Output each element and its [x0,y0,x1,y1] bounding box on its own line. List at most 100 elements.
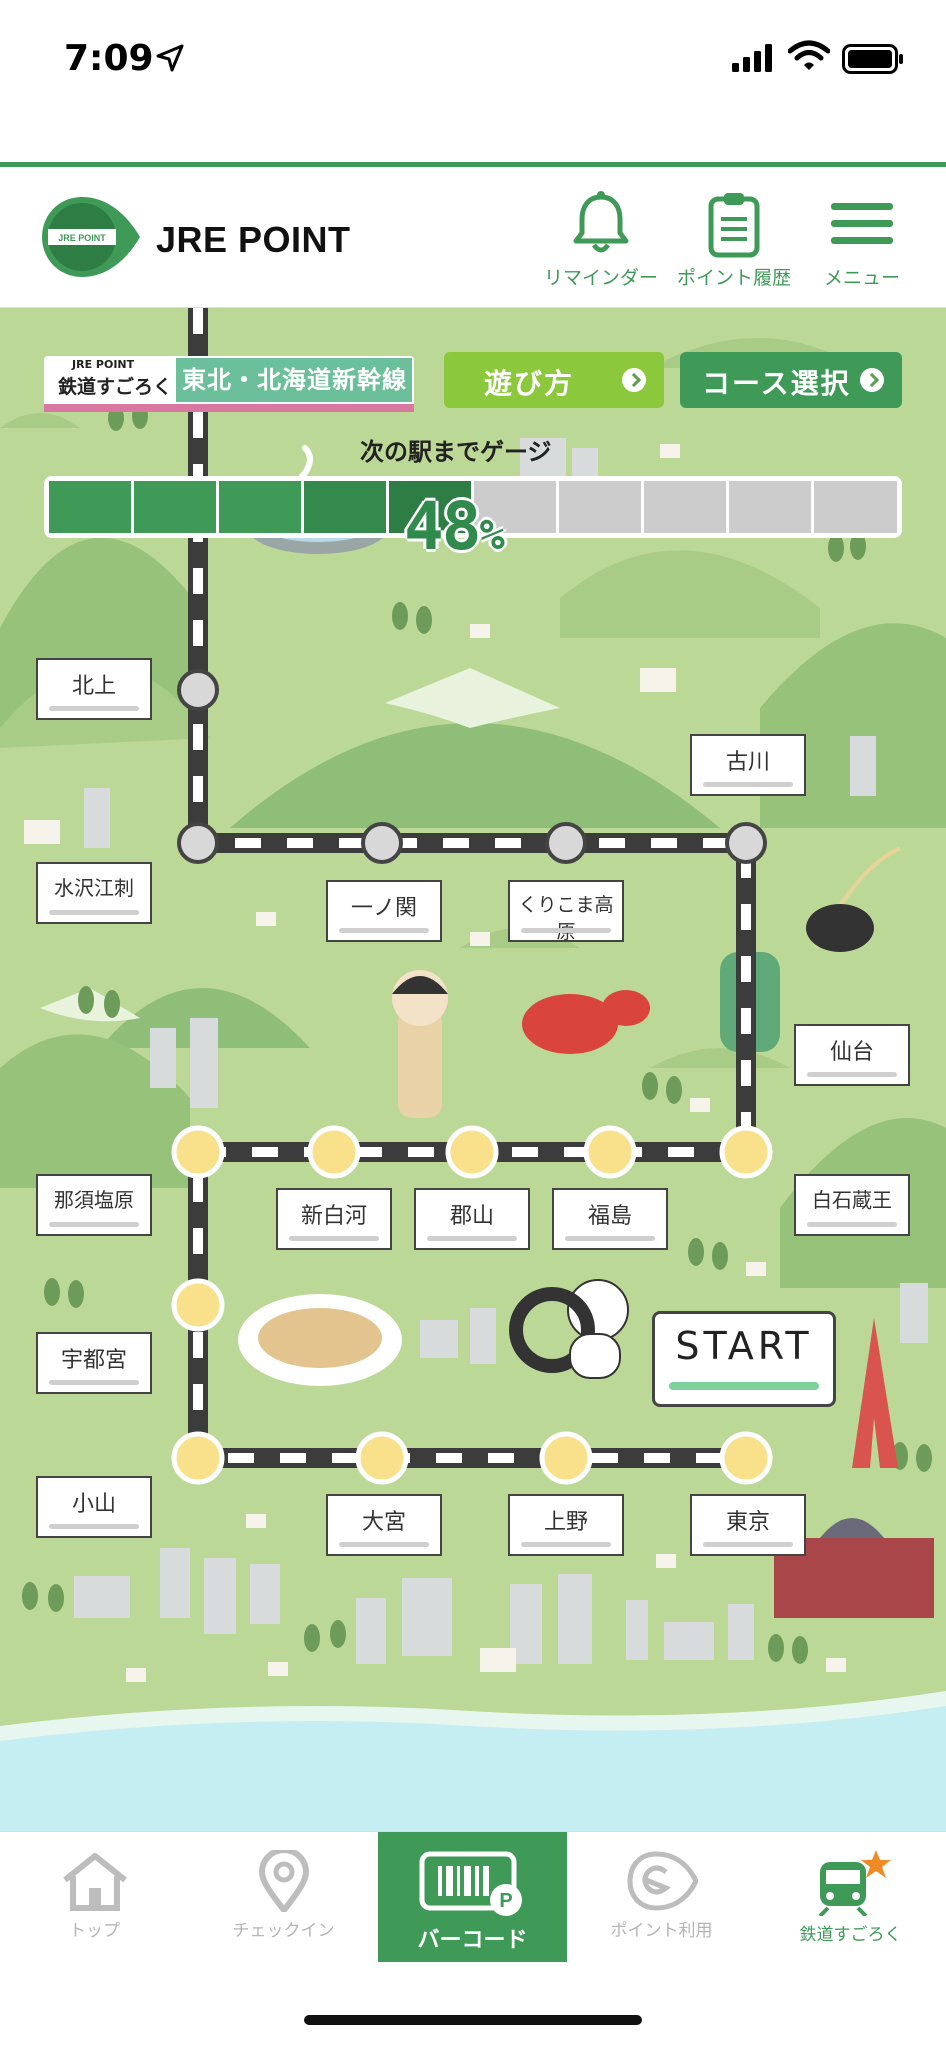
sugoroku-map: JRE POINT 鉄道すごろく 東北・北海道新幹線 遊び方 コース選択 次の駅… [0,308,946,1831]
station-progress-bar [807,1072,897,1077]
game-brand-small: JRE POINT [72,358,135,371]
game-route: 東北・北海道新幹線 [182,366,407,394]
station-tokyo[interactable]: 東京 [690,1494,806,1556]
location-arrow-icon [156,44,184,72]
point-history-button[interactable]: ポイント履歴 [674,189,794,290]
station-progress-bar [807,1222,897,1227]
gauge-segment [304,481,389,533]
train-star-icon [818,1850,891,1916]
station-name: 仙台 [829,1040,874,1065]
station-progress-bar [289,1236,379,1241]
how-to-play-label: 遊び方 [484,367,575,400]
course-select-label: コース選択 [702,367,851,400]
station-shinshirakawa[interactable]: 新白河 [276,1188,392,1250]
gauge-segment [49,481,134,533]
station-name: 白石蔵王 [812,1188,892,1212]
menu-label: メニュー [823,267,900,289]
station-nasushiobara[interactable]: 那須塩原 [36,1174,152,1236]
hamburger-menu-icon [831,203,893,244]
bell-icon [573,191,629,253]
station-sendai[interactable]: 仙台 [794,1024,910,1086]
station-progress-bar [49,706,139,711]
station-koriyama[interactable]: 郡山 [414,1188,530,1250]
station-name: くりこま高原 [518,894,614,943]
station-progress-bar [49,1222,139,1227]
tab-checkin[interactable]: チェックイン [189,1832,378,1962]
station-kitakami[interactable]: 北上 [36,658,152,720]
chevron-right-icon [622,368,646,392]
gauge-percent-unit: % [479,510,504,559]
start-label: START [675,1324,813,1368]
station-progress-bar [427,1236,517,1241]
barcode-icon: P [419,1851,522,1916]
gauge-label: 次の駅までゲージ [360,438,552,466]
station-utsunomiya[interactable]: 宇都宮 [36,1332,152,1394]
station-name: 福島 [587,1204,632,1229]
station-progress-bar [703,782,793,787]
station-ueno[interactable]: 上野 [508,1494,624,1556]
station-name: 小山 [71,1492,116,1517]
game-title-badge: JRE POINT 鉄道すごろく 東北・北海道新幹線 [44,356,414,412]
tab-barcode[interactable]: P バーコード [378,1832,567,1962]
station-oyama[interactable]: 小山 [36,1476,152,1538]
point-history-label: ポイント履歴 [676,267,791,289]
station-kurikomakogen[interactable]: くりこま高原 [508,880,624,943]
gauge-segment [559,481,644,533]
station-progress-bar [49,1524,139,1529]
tab-label: 鉄道すごろく [799,1925,902,1945]
station-progress-bar [565,1236,655,1241]
menu-button[interactable]: メニュー [802,189,922,290]
tab-label: ポイント利用 [610,1921,713,1941]
station-furukawa[interactable]: 古川 [690,734,806,796]
gauge-segment [219,481,304,533]
gauge-segment [814,481,897,533]
station-omiya[interactable]: 大宮 [326,1494,442,1556]
jre-point-logo-icon: JRE POINT [42,197,140,277]
wifi-icon [788,40,830,70]
station-progress-bar [521,928,611,933]
station-name: 郡山 [449,1204,494,1229]
reminder-button[interactable]: リマインダー [541,189,661,290]
reminder-label: リマインダー [543,267,658,289]
how-to-play-button[interactable]: 遊び方 [444,352,664,408]
svg-text:P: P [499,1890,512,1912]
tab-label: トップ [69,1921,120,1941]
station-shiroishizao[interactable]: 白石蔵王 [794,1174,910,1236]
station-ichinoseki[interactable]: 一ノ関 [326,880,442,942]
cellular-signal-icon [732,44,772,72]
station-name: 宇都宮 [60,1348,127,1373]
station-name: 大宮 [361,1510,406,1535]
tab-top[interactable]: トップ [0,1832,189,1962]
station-name: 一ノ関 [350,896,417,921]
station-progress-bar [339,1542,429,1547]
station-progress-bar [703,1542,793,1547]
station-fukushima[interactable]: 福島 [552,1188,668,1250]
station-progress-bar [339,928,429,933]
station-name: 古川 [725,750,770,775]
gauge-segment [644,481,729,533]
station-name: 水沢江刺 [54,876,134,900]
location-pin-icon [258,1850,309,1912]
tab-sugoroku[interactable]: 鉄道すごろく [756,1832,945,1962]
start-rail [669,1382,819,1390]
course-select-button[interactable]: コース選択 [680,352,902,408]
station-name: 上野 [543,1510,588,1535]
station-progress-bar [521,1542,611,1547]
station-progress-bar [49,910,139,915]
station-name: 東京 [725,1510,770,1535]
logo-badge-text: JRE POINT [58,233,106,243]
tab-label: バーコード [417,1928,528,1953]
chevron-right-icon [860,368,884,392]
gauge-percent: 48% [404,488,505,565]
start-sign: START [652,1311,836,1407]
station-mizusawaesashi[interactable]: 水沢江刺 [36,862,152,924]
gauge-segment [134,481,219,533]
tab-label: チェックイン [232,1921,335,1941]
point-use-icon [626,1851,698,1911]
tab-point-use[interactable]: ポイント利用 [567,1832,756,1962]
game-title: 鉄道すごろく [58,376,173,398]
station-name: 新白河 [300,1204,367,1229]
station-name: 那須塩原 [54,1188,134,1212]
battery-icon [842,44,903,74]
station-name: 北上 [71,674,116,699]
